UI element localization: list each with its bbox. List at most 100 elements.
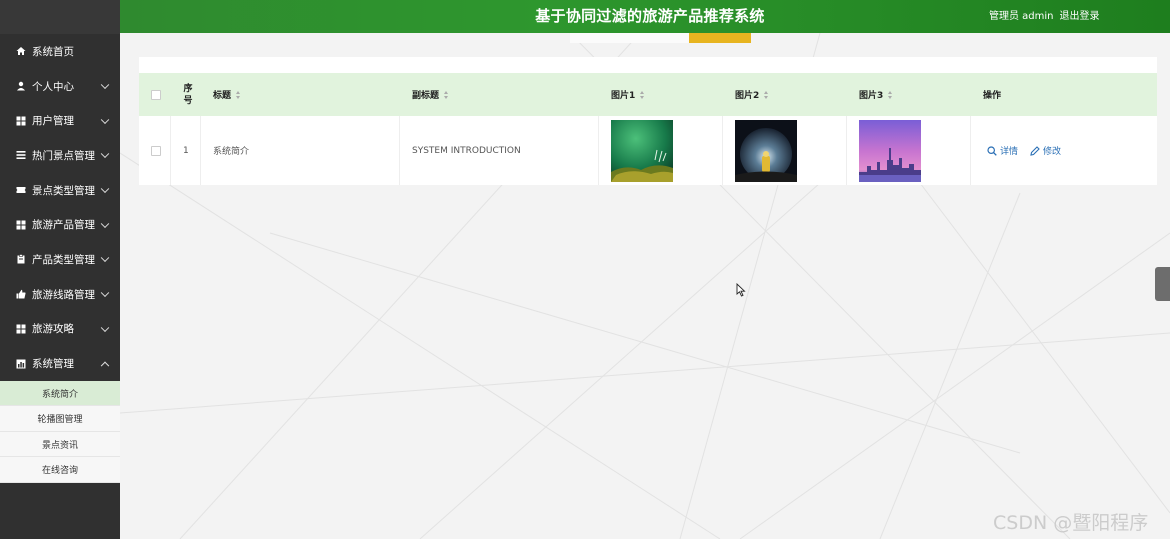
sort-icon[interactable] (888, 90, 893, 99)
cell-index: 1 (183, 145, 189, 156)
sidebar-item-label: 用户管理 (32, 115, 74, 128)
sidebar-item-users[interactable]: 用户管理 (0, 103, 120, 138)
user-icon (16, 81, 26, 91)
grid-icon (16, 220, 26, 230)
header-ops: 操作 (983, 73, 1001, 116)
cell-pic1 (611, 116, 673, 185)
header-title-label: 标题 (213, 91, 232, 101)
side-drawer-toggle[interactable] (1155, 267, 1170, 301)
sidebar-logo-area (0, 0, 120, 34)
header-title[interactable]: 标题 (213, 73, 241, 116)
sort-icon[interactable] (764, 90, 769, 99)
chevron-down-icon (100, 323, 110, 332)
chevron-up-icon (100, 361, 110, 370)
user-info: 管理员 admin 退出登录 (989, 7, 1106, 22)
cell-pic3 (859, 116, 921, 185)
header-pic3[interactable]: 图片3 (859, 73, 893, 116)
sidebar-item-routes[interactable]: 旅游线路管理 (0, 277, 120, 312)
chevron-down-icon (100, 149, 110, 159)
chevron-down-icon (100, 254, 110, 263)
submenu-label: 轮播图管理 (37, 415, 83, 426)
row-select[interactable] (151, 116, 161, 185)
header-select-all[interactable] (151, 73, 161, 116)
header-index-label: 序号 (183, 83, 193, 106)
sidebar-item-home[interactable]: 系统首页 (0, 34, 120, 69)
cell-pic2 (735, 116, 797, 185)
sidebar: 系统首页 个人中心 用户管理 热门景点管理 景点类型管理 旅游产品管理 产品类型… (0, 0, 120, 539)
detail-label: 详情 (1000, 147, 1019, 157)
home-icon (16, 46, 26, 56)
sidebar-item-label: 系统首页 (32, 45, 74, 58)
sidebar-item-label: 产品类型管理 (32, 253, 95, 266)
sidebar-item-label: 旅游产品管理 (32, 219, 95, 232)
thumb-icon (16, 289, 26, 299)
ticket-icon (16, 185, 26, 195)
header-subtitle-label: 副标题 (412, 91, 440, 101)
sidebar-item-profile[interactable]: 个人中心 (0, 69, 120, 104)
chevron-down-icon (100, 184, 110, 194)
submenu-item-spot-news[interactable]: 景点资讯 (0, 432, 120, 458)
header-pic2[interactable]: 图片2 (735, 73, 769, 116)
active-tab-indicator (689, 33, 751, 43)
chevron-down-icon (100, 115, 110, 124)
sidebar-item-label: 旅游线路管理 (32, 288, 95, 301)
sidebar-item-label: 热门景点管理 (32, 149, 95, 162)
search-icon (987, 145, 997, 156)
checkbox[interactable] (151, 89, 161, 100)
sidebar-item-hot-spots[interactable]: 热门景点管理 (0, 138, 120, 173)
edit-icon (1030, 145, 1040, 156)
chevron-down-icon (100, 219, 110, 228)
checkbox[interactable] (151, 145, 161, 156)
purple-city-skyline-image[interactable] (859, 119, 921, 182)
clipboard-icon (16, 254, 26, 264)
edit-label: 修改 (1043, 147, 1062, 157)
system-submenu: 系统简介 轮播图管理 景点资讯 在线咨询 (0, 380, 120, 483)
cell-title: 系统简介 (213, 147, 250, 157)
sidebar-item-product-types[interactable]: 产品类型管理 (0, 242, 120, 277)
header-pic1-label: 图片1 (611, 91, 636, 101)
mouse-cursor-icon (736, 283, 746, 297)
green-nature-image[interactable] (611, 119, 673, 182)
sort-icon[interactable] (236, 90, 241, 99)
chevron-down-icon (100, 80, 110, 90)
data-table: 序号 标题 副标题 图片1 图片2 图片3 操作 1 系统简介 SYSTEM I… (139, 57, 1157, 185)
submenu-label: 在线咨询 (41, 466, 78, 477)
header-index: 序号 (181, 73, 195, 116)
space-astronaut-image[interactable] (735, 119, 797, 182)
header-pic3-label: 图片3 (859, 91, 884, 101)
grid-icon (16, 324, 26, 334)
sidebar-item-label: 个人中心 (32, 80, 74, 93)
submenu-label: 系统简介 (41, 389, 78, 400)
chart-icon (16, 359, 26, 369)
grid-icon (16, 116, 26, 126)
submenu-item-consult[interactable]: 在线咨询 (0, 457, 120, 483)
sidebar-item-label: 景点类型管理 (32, 184, 95, 197)
chevron-down-icon (100, 288, 110, 298)
header-ops-label: 操作 (983, 91, 1002, 101)
sidebar-item-system[interactable]: 系统管理 (0, 346, 120, 381)
cell-ops: 详情 修改 (987, 116, 1073, 185)
sidebar-item-label: 系统管理 (32, 358, 74, 371)
header-pic2-label: 图片2 (735, 91, 760, 101)
sidebar-item-guides[interactable]: 旅游攻略 (0, 312, 120, 347)
sidebar-item-spot-types[interactable]: 景点类型管理 (0, 173, 120, 208)
submenu-item-carousel[interactable]: 轮播图管理 (0, 406, 120, 432)
watermark: CSDN @暨阳程序 (993, 512, 1149, 534)
top-header: 基于协同过滤的旅游产品推荐系统 管理员 admin 退出登录 (120, 0, 1170, 33)
header-pic1[interactable]: 图片1 (611, 73, 645, 116)
table-header: 序号 标题 副标题 图片1 图片2 图片3 操作 (139, 73, 1157, 116)
sort-icon[interactable] (640, 90, 645, 99)
edit-link[interactable]: 修改 (1030, 144, 1061, 157)
header-subtitle[interactable]: 副标题 (412, 73, 449, 116)
submenu-item-system-intro[interactable]: 系统简介 (0, 380, 120, 407)
sidebar-item-label: 旅游攻略 (32, 323, 74, 336)
user-role-name: 管理员 admin (989, 11, 1054, 22)
sort-icon[interactable] (444, 90, 449, 99)
list-icon (16, 150, 26, 160)
detail-link[interactable]: 详情 (987, 144, 1018, 157)
cell-subtitle: SYSTEM INTRODUCTION (412, 145, 521, 156)
table-row: 1 系统简介 SYSTEM INTRODUCTION 详情 修改 (139, 116, 1157, 185)
sidebar-item-products[interactable]: 旅游产品管理 (0, 207, 120, 242)
tab-strip (570, 33, 689, 43)
logout-link[interactable]: 退出登录 (1060, 11, 1100, 22)
